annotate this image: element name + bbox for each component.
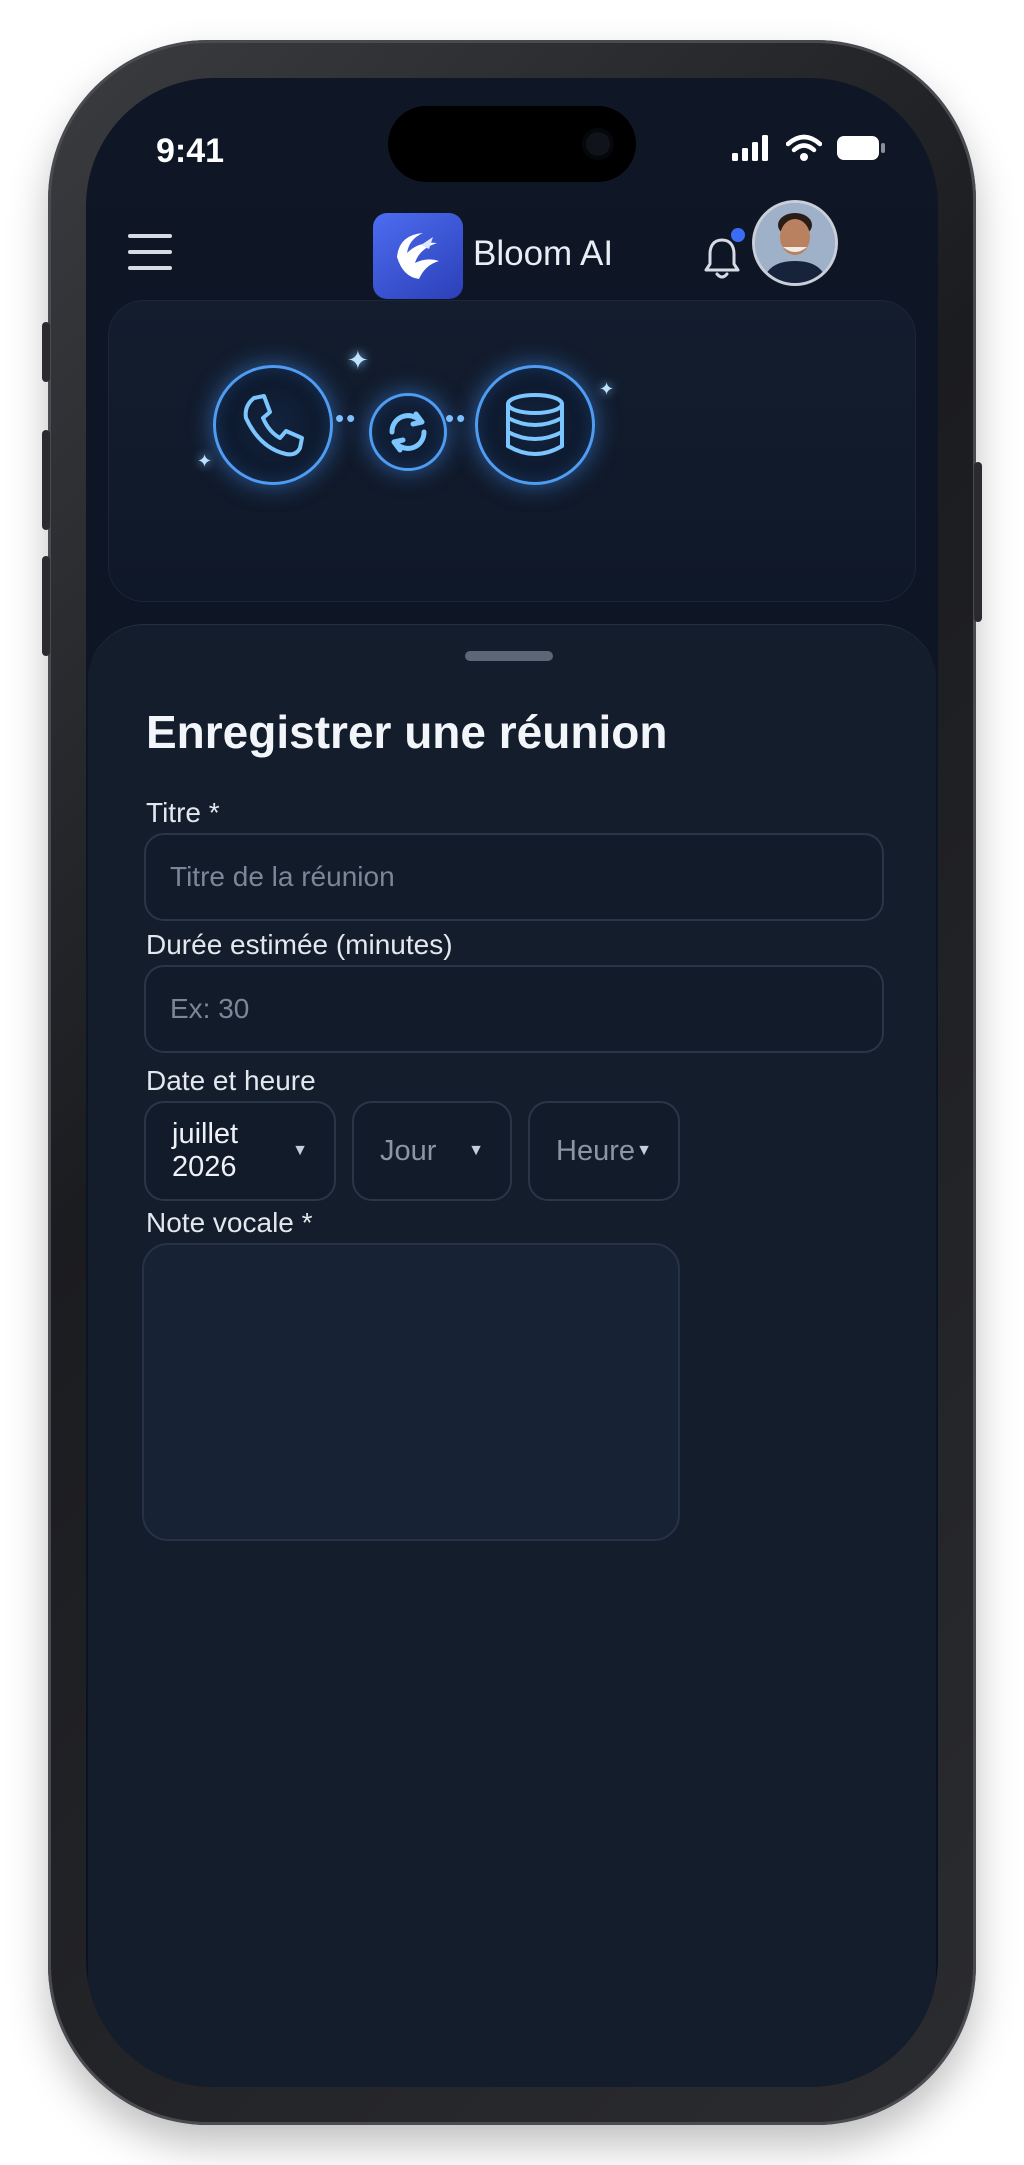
chevron-down-icon: ▼ (292, 1142, 308, 1159)
battery-icon (837, 136, 885, 160)
logo-swirl-icon (397, 233, 439, 279)
wifi-icon (786, 134, 822, 161)
sync-icon (389, 411, 427, 453)
day-select[interactable]: Jour ▼ (352, 1101, 512, 1201)
menu-icon[interactable] (128, 234, 172, 270)
month-select-value: juillet 2026 (172, 1118, 239, 1183)
duration-label: Durée estimée (minutes) (146, 929, 453, 960)
sync-circle (369, 393, 447, 471)
notification-dot (731, 228, 745, 242)
status-time: 9:41 (156, 132, 225, 170)
datetime-label: Date et heure (146, 1065, 316, 1096)
hero-illustration: •• •• ✦ ✦ ✦ (108, 300, 916, 602)
sparkle-icon: ✦ (599, 379, 615, 399)
sheet-handle[interactable] (465, 651, 553, 661)
hour-select[interactable]: Heure ▼ (528, 1101, 680, 1201)
signal-icon (732, 135, 768, 161)
phone-icon (243, 394, 304, 457)
avatar[interactable] (752, 200, 838, 286)
title-label: Titre * (146, 797, 220, 828)
front-camera (582, 128, 614, 160)
phone-circle (213, 365, 333, 485)
hour-select-placeholder: Heure (556, 1134, 635, 1167)
sparkle-icon: ✦ (347, 345, 369, 375)
dynamic-island (388, 106, 636, 182)
app-name: Bloom AI (473, 234, 614, 273)
duration-input[interactable] (144, 965, 884, 1053)
user-avatar-icon (755, 203, 835, 283)
database-circle (475, 365, 595, 485)
bloom-logo (373, 213, 463, 299)
volume-down-button (42, 556, 50, 656)
chevron-down-icon: ▼ (468, 1142, 484, 1159)
day-select-placeholder: Jour (380, 1134, 437, 1167)
connector-dots-left: •• (335, 403, 358, 433)
phone-screen: 9:41 Bloom AI •• •• ✦ ✦ ✦ Enregistrer un… (86, 78, 938, 2087)
sheet-title: Enregistrer une réunion (146, 706, 668, 758)
chevron-down-icon: ▼ (636, 1142, 652, 1159)
status-icons (732, 134, 886, 162)
database-icon (506, 393, 564, 456)
month-select[interactable]: juillet 2026 ▼ (144, 1101, 336, 1201)
volume-up-button (42, 430, 50, 530)
sparkle-icon: ✦ (197, 451, 213, 471)
bottom-sheet: Enregistrer une réunion Titre * Durée es… (88, 624, 936, 2087)
voice-note-label: Note vocale * (146, 1207, 313, 1238)
title-input[interactable] (144, 833, 884, 921)
voice-note-panel (142, 1243, 680, 1541)
action-button (42, 322, 50, 382)
connector-dots-right: •• (445, 403, 468, 433)
power-button (974, 462, 982, 622)
